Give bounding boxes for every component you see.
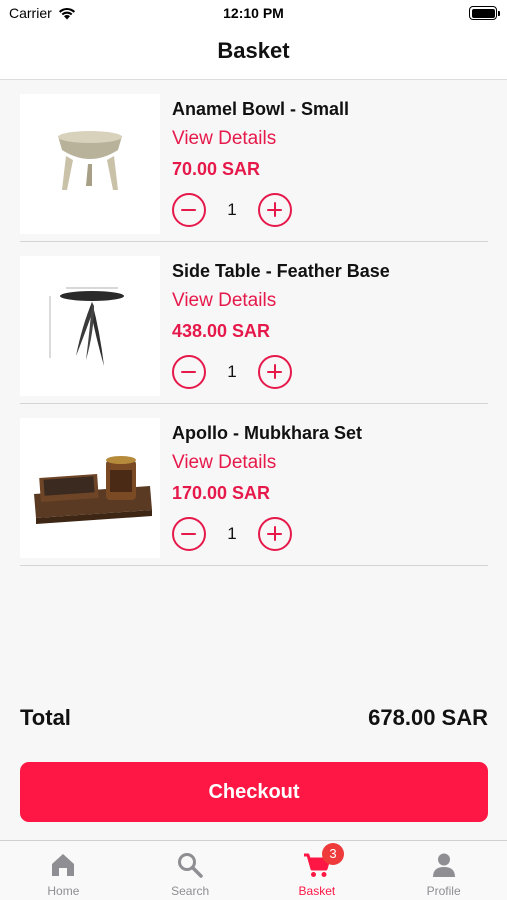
tab-bar: Home Search Basket Profile <box>0 840 507 900</box>
checkout-button[interactable]: Checkout <box>20 762 488 822</box>
tab-label: Basket <box>298 884 336 898</box>
total-label: Total <box>20 705 71 730</box>
minus-icon <box>181 532 196 535</box>
product-thumbnail[interactable] <box>20 256 160 396</box>
minus-icon <box>181 370 196 373</box>
increase-quantity-button[interactable] <box>258 355 292 389</box>
quantity-stepper: 1 <box>172 517 292 551</box>
bowl-image <box>58 131 122 190</box>
view-details-link[interactable]: View Details <box>172 128 276 150</box>
view-details-link[interactable]: View Details <box>172 452 276 474</box>
home-icon <box>52 854 75 876</box>
page-title: Basket <box>217 38 290 63</box>
tab-profile[interactable]: Profile <box>380 841 507 900</box>
product-name[interactable]: Apollo - Mubkhara Set <box>172 423 362 444</box>
product-name[interactable]: Anamel Bowl - Small <box>172 99 349 120</box>
quantity-stepper: 1 <box>172 355 292 389</box>
product-thumbnail[interactable] <box>20 94 160 234</box>
total-amount: 678.00 SAR <box>368 705 488 730</box>
product-price: 170.00 SAR <box>172 483 271 503</box>
product-price: 70.00 SAR <box>172 159 261 179</box>
decrease-quantity-button[interactable] <box>172 193 206 227</box>
view-details-link[interactable]: View Details <box>172 290 276 312</box>
total-row: Total 678.00 SAR <box>20 705 488 735</box>
tab-label: Search <box>171 884 210 898</box>
mubkhara-set-image <box>34 456 152 524</box>
basket-list: Anamel Bowl - Small View Details 70.00 S… <box>20 80 488 566</box>
quantity-value: 1 <box>227 200 237 219</box>
decrease-quantity-button[interactable] <box>172 517 206 551</box>
tab-search[interactable]: Search <box>127 841 254 900</box>
quantity-value: 1 <box>227 524 237 543</box>
product-price: 438.00 SAR <box>172 321 271 341</box>
increase-quantity-button[interactable] <box>258 193 292 227</box>
tab-home[interactable]: Home <box>0 841 127 900</box>
status-time: 12:10 PM <box>223 5 284 21</box>
side-table-image <box>49 287 124 366</box>
product-name[interactable]: Side Table - Feather Base <box>172 261 390 282</box>
cart-count-badge: 3 <box>322 843 344 865</box>
minus-icon <box>181 208 196 211</box>
tab-label: Profile <box>426 884 461 898</box>
status-bar: Carrier 12:10 PM <box>0 0 507 30</box>
battery-icon <box>469 6 500 20</box>
basket-item: Side Table - Feather Base View Details 4… <box>20 242 488 404</box>
basket-item: Anamel Bowl - Small View Details 70.00 S… <box>20 80 488 242</box>
increase-quantity-button[interactable] <box>258 517 292 551</box>
search-icon <box>178 853 203 878</box>
quantity-stepper: 1 <box>172 193 292 227</box>
decrease-quantity-button[interactable] <box>172 355 206 389</box>
navigation-bar: Basket <box>0 30 507 80</box>
basket-item: Apollo - Mubkhara Set View Details 170.0… <box>20 404 488 566</box>
tab-label: Home <box>47 884 80 898</box>
quantity-value: 1 <box>227 362 237 381</box>
profile-icon <box>432 853 455 877</box>
tab-basket[interactable]: Basket <box>254 841 381 900</box>
product-thumbnail[interactable] <box>20 418 160 558</box>
